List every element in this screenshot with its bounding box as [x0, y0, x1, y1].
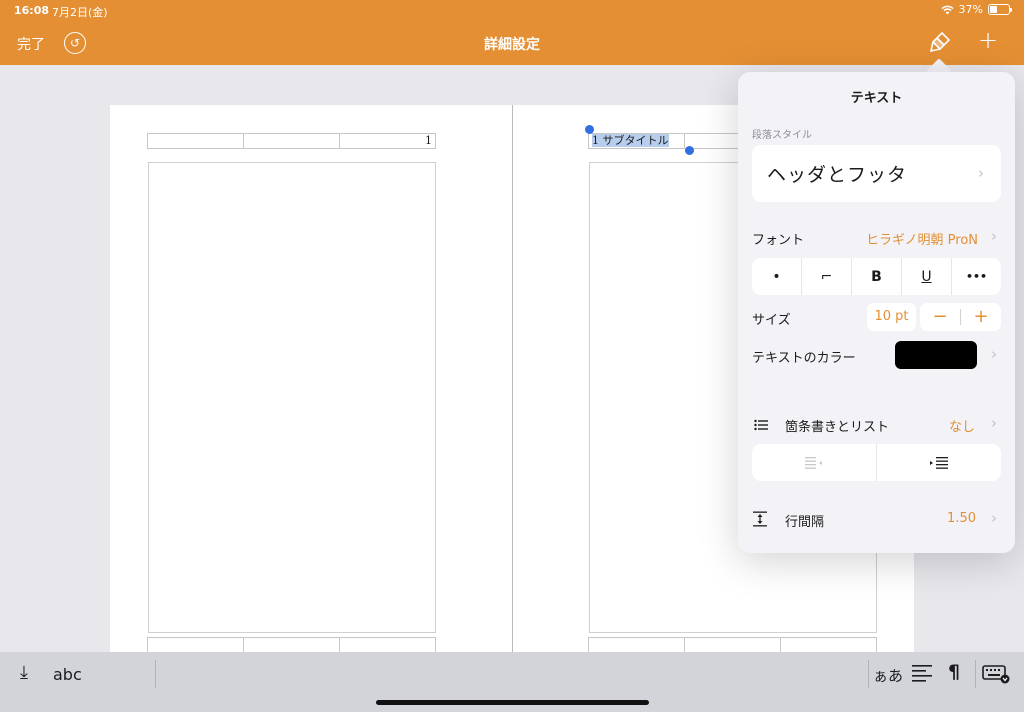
outdent-icon [805, 456, 822, 469]
header-cell[interactable] [244, 134, 340, 148]
indent-icon [930, 456, 948, 469]
paragraph-style-label: 段落スタイル [752, 130, 812, 141]
battery-level [990, 6, 997, 13]
chevron-right-icon[interactable]: › [991, 345, 997, 363]
selection-end-handle[interactable] [685, 146, 694, 155]
indent-buttons [752, 444, 1001, 481]
font-size-value[interactable]: 10 pt [867, 303, 916, 331]
line-spacing-label[interactable]: 行間隔 [785, 511, 824, 530]
status-date: 7月2日(金) [52, 6, 108, 19]
chevron-right-icon[interactable]: › [991, 509, 997, 527]
footer-cell[interactable] [244, 638, 340, 652]
divider [975, 660, 976, 688]
footer-cell[interactable] [685, 638, 781, 652]
font-label: フォント [752, 233, 805, 248]
size-label: サイズ [752, 313, 791, 328]
header-cell-page-number[interactable]: 1 [340, 134, 435, 148]
divider [868, 660, 869, 688]
paragraph-style-button[interactable]: ヘッダとフッタ › [752, 145, 1001, 202]
footer-table[interactable] [588, 637, 877, 652]
line-spacing-icon [753, 511, 767, 527]
bullets-lists-value[interactable]: なし [918, 416, 975, 435]
page-left[interactable]: 1 [110, 105, 512, 652]
decrease-indent-button[interactable] [752, 444, 877, 481]
popover-title: テキスト [850, 91, 903, 106]
header-table[interactable]: 1 [147, 133, 436, 149]
top-navigation-bar: 16:08 7月2日(金) 37% 完了 ↺ 詳細設定 + [0, 0, 1024, 65]
paintbrush-icon[interactable] [928, 30, 952, 54]
bullet-style-button[interactable]: • [752, 258, 802, 295]
home-indicator [376, 700, 649, 705]
line-spacing-value[interactable]: 1.50 [918, 511, 976, 526]
abc-button[interactable]: abc [53, 665, 82, 684]
header-cell-selected[interactable]: 1 サブタイトル [589, 134, 685, 148]
footer-table[interactable] [147, 637, 436, 652]
chevron-right-icon: › [978, 164, 984, 182]
text-format-popover: テキスト 段落スタイル ヘッダとフッタ › フォント ヒラギノ明朝 ProN ›… [738, 72, 1015, 553]
header-cell[interactable] [148, 134, 244, 148]
footer-cell[interactable] [781, 638, 876, 652]
increase-size-button[interactable]: + [961, 303, 1001, 331]
footer-cell[interactable] [589, 638, 685, 652]
bold-button[interactable]: B [852, 258, 902, 295]
increase-indent-button[interactable] [877, 444, 1001, 481]
text-style-buttons: • ⌐ B U ••• [752, 258, 1001, 295]
text-color-swatch[interactable] [895, 341, 977, 369]
pilcrow-button[interactable]: ¶ [948, 661, 960, 683]
footer-cell[interactable] [340, 638, 435, 652]
down-arrow-icon[interactable]: ⤓ [20, 662, 28, 683]
chevron-right-icon[interactable]: › [991, 227, 997, 245]
more-options-button[interactable]: ••• [952, 258, 1001, 295]
kana-button[interactable]: ぁあ [873, 665, 903, 686]
battery-percent: 37% [958, 3, 983, 16]
bullet-list-icon [754, 419, 768, 431]
underline-button[interactable]: U [902, 258, 952, 295]
text-color-label: テキストのカラー [752, 351, 856, 366]
selected-text[interactable]: 1 サブタイトル [592, 134, 669, 147]
paragraph-style-name: ヘッダとフッタ [767, 164, 908, 186]
footer-cell[interactable] [148, 638, 244, 652]
page-title: 詳細設定 [484, 37, 540, 53]
bullets-lists-label[interactable]: 箇条書きとリスト [785, 416, 889, 435]
text-align-icon[interactable] [912, 664, 932, 682]
status-time: 16:08 [14, 4, 50, 17]
wifi-icon [941, 5, 954, 14]
punctuation-style-button[interactable]: ⌐ [802, 258, 852, 295]
add-icon[interactable]: + [978, 28, 998, 52]
divider [155, 660, 156, 688]
status-indicators: 37% [941, 3, 1012, 16]
keyboard-dismiss-icon[interactable] [982, 664, 1010, 684]
decrease-size-button[interactable]: − [920, 303, 960, 331]
selection-start-handle[interactable] [585, 125, 594, 134]
battery-icon [988, 4, 1012, 15]
chevron-right-icon[interactable]: › [991, 414, 997, 432]
font-size-stepper: − + [920, 303, 1001, 331]
body-text-frame[interactable] [148, 162, 436, 633]
font-value[interactable]: ヒラギノ明朝 ProN [848, 229, 978, 248]
